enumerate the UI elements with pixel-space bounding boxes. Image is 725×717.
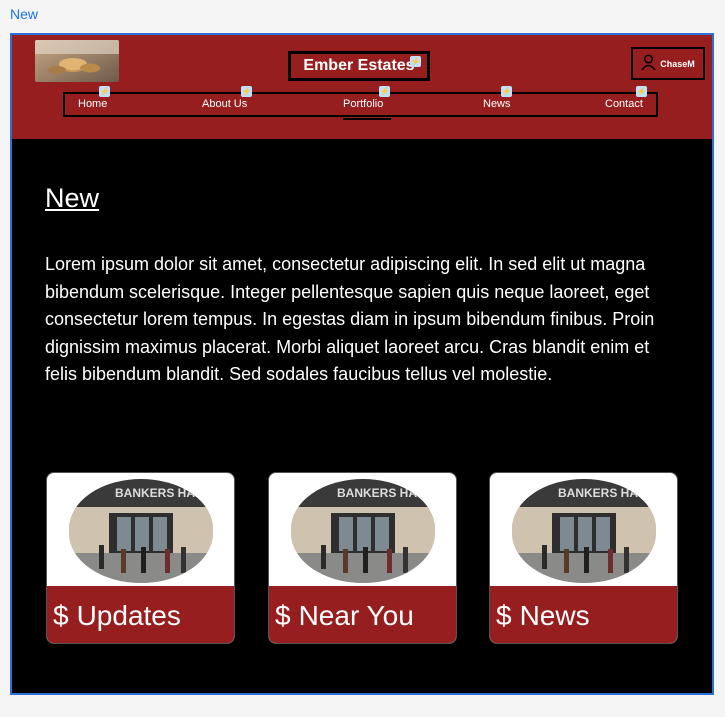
- logo-image[interactable]: [35, 40, 119, 82]
- sign-text: BANKERS HA: [115, 486, 195, 500]
- flash-icon: ⚡: [241, 86, 252, 97]
- card-footer: $ News: [490, 586, 677, 643]
- card-updates[interactable]: BANKERS HA $ Updates: [46, 472, 235, 644]
- nav-about-us[interactable]: About Us: [202, 98, 247, 110]
- card-label: Updates: [76, 599, 181, 631]
- site-header: Ember Estates ⚡ ChaseM Home About Us Por…: [12, 35, 712, 139]
- nav-portfolio[interactable]: Portfolio: [343, 98, 383, 110]
- nav-home[interactable]: Home: [78, 98, 107, 110]
- sign-text: BANKERS HA: [558, 486, 638, 500]
- user-icon: [641, 54, 656, 73]
- card-label: Near You: [298, 599, 414, 631]
- card-near-you[interactable]: BANKERS HA $ Near You: [268, 472, 457, 644]
- nav-news[interactable]: News: [483, 98, 511, 110]
- card-photo: BANKERS HA: [291, 479, 435, 583]
- page-frame: Ember Estates ⚡ ChaseM Home About Us Por…: [10, 33, 714, 695]
- nav-contact[interactable]: Contact: [605, 98, 643, 110]
- card-photo: BANKERS HA: [69, 479, 213, 583]
- main-nav: Home About Us Portfolio News Contact: [63, 92, 658, 117]
- flash-icon: ⚡: [501, 86, 512, 97]
- user-account-button[interactable]: ChaseM: [631, 47, 705, 80]
- card-footer: $ Near You: [269, 586, 456, 643]
- flash-icon: ⚡: [636, 86, 647, 97]
- frame-label: New: [10, 6, 39, 22]
- page-title: New: [45, 183, 100, 213]
- flash-icon: ⚡: [379, 86, 390, 97]
- sign-text: BANKERS HA: [337, 486, 417, 500]
- dollar-icon: $: [496, 599, 512, 631]
- brand-title[interactable]: Ember Estates: [288, 51, 430, 81]
- user-name: ChaseM: [660, 58, 695, 69]
- flash-icon: ⚡: [410, 56, 421, 67]
- active-nav-indicator: [343, 118, 391, 120]
- card-news[interactable]: BANKERS HA $ News: [489, 472, 678, 644]
- flash-icon: ⚡: [99, 86, 110, 97]
- card-label: News: [519, 599, 590, 631]
- dollar-icon: $: [275, 599, 291, 631]
- card-photo: BANKERS HA: [512, 479, 656, 583]
- body-paragraph: Lorem ipsum dolor sit amet, consectetur …: [45, 254, 655, 384]
- card-footer: $ Updates: [47, 586, 234, 643]
- dollar-icon: $: [53, 599, 69, 631]
